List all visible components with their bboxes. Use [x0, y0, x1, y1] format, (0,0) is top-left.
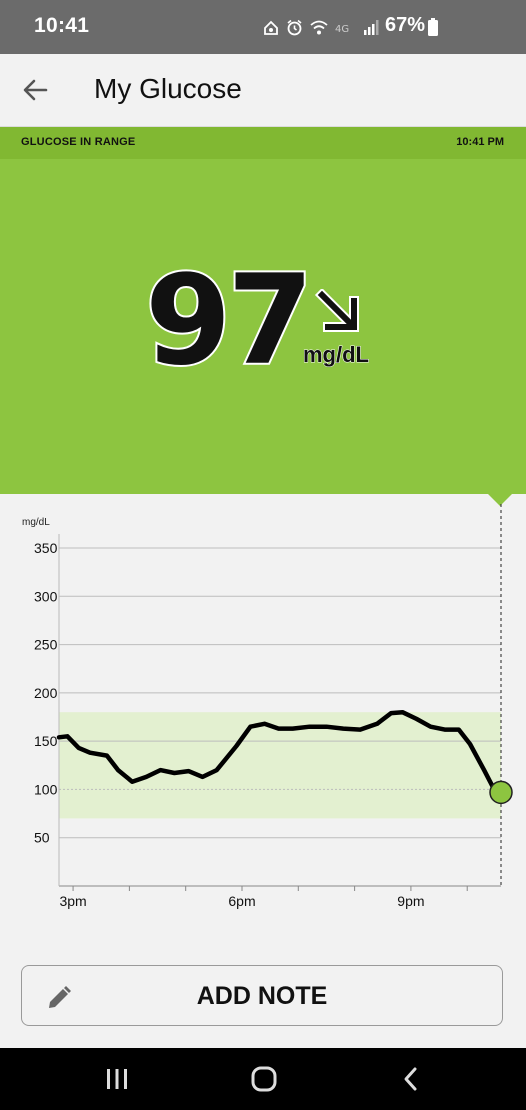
app-bar: My Glucose [0, 54, 526, 127]
signal-icon [364, 20, 379, 35]
glucose-chart: mg/dL 50 100 150 200 250 300 350 3pm 6pm 9pm [0, 494, 526, 934]
alarm-house-icon [264, 20, 278, 35]
glucose-value: 97 [143, 249, 316, 393]
glucose-unit: mg/dL [303, 342, 370, 368]
y-tick-label: 100 [34, 781, 58, 797]
back-arrow-icon [23, 79, 48, 101]
page-title: My Glucose [94, 73, 242, 104]
glucose-line-chart: mg/dL 50 100 150 200 250 300 350 3pm 6pm 9pm [22, 494, 513, 909]
y-tick-label: 50 [34, 830, 50, 846]
svg-text:4G: 4G [335, 24, 349, 34]
battery-percent: 67% [384, 14, 425, 36]
x-tick-label: 3pm [59, 893, 86, 909]
status-bar: 10:41 4G 67% [0, 0, 526, 54]
reading-time: 10:41 PM [456, 136, 504, 148]
lte-icon: 4G [335, 24, 349, 34]
battery-icon [428, 18, 438, 36]
x-tick-label: 9pm [397, 893, 424, 909]
y-axis-label: mg/dL [22, 517, 50, 528]
back-button[interactable] [20, 76, 52, 104]
range-banner: GLUCOSE IN RANGE 10:41 PM [0, 127, 526, 159]
x-tick-label: 6pm [228, 893, 255, 909]
range-status-label: GLUCOSE IN RANGE [21, 136, 136, 148]
home-icon[interactable] [250, 1066, 278, 1092]
add-note-button[interactable]: ADD NOTE [21, 965, 503, 1026]
system-nav-bar [0, 1048, 526, 1110]
back-icon[interactable] [400, 1066, 422, 1092]
status-icons: 4G [263, 19, 380, 36]
y-tick-label: 200 [34, 685, 58, 701]
arrow-down-right-icon [314, 289, 360, 333]
y-tick-label: 250 [34, 637, 58, 653]
y-tick-label: 350 [34, 540, 58, 556]
status-time: 10:41 [34, 14, 90, 37]
wifi-icon [310, 20, 328, 34]
y-tick-label: 300 [34, 588, 58, 604]
recents-icon[interactable] [104, 1066, 130, 1092]
current-reading-point [489, 780, 513, 805]
y-tick-label: 150 [34, 733, 58, 749]
alarm-icon [287, 19, 302, 36]
add-note-label: ADD NOTE [196, 982, 328, 1010]
glucose-reading-panel: 97 mg/dL [0, 159, 526, 494]
panel-pointer [488, 494, 512, 506]
